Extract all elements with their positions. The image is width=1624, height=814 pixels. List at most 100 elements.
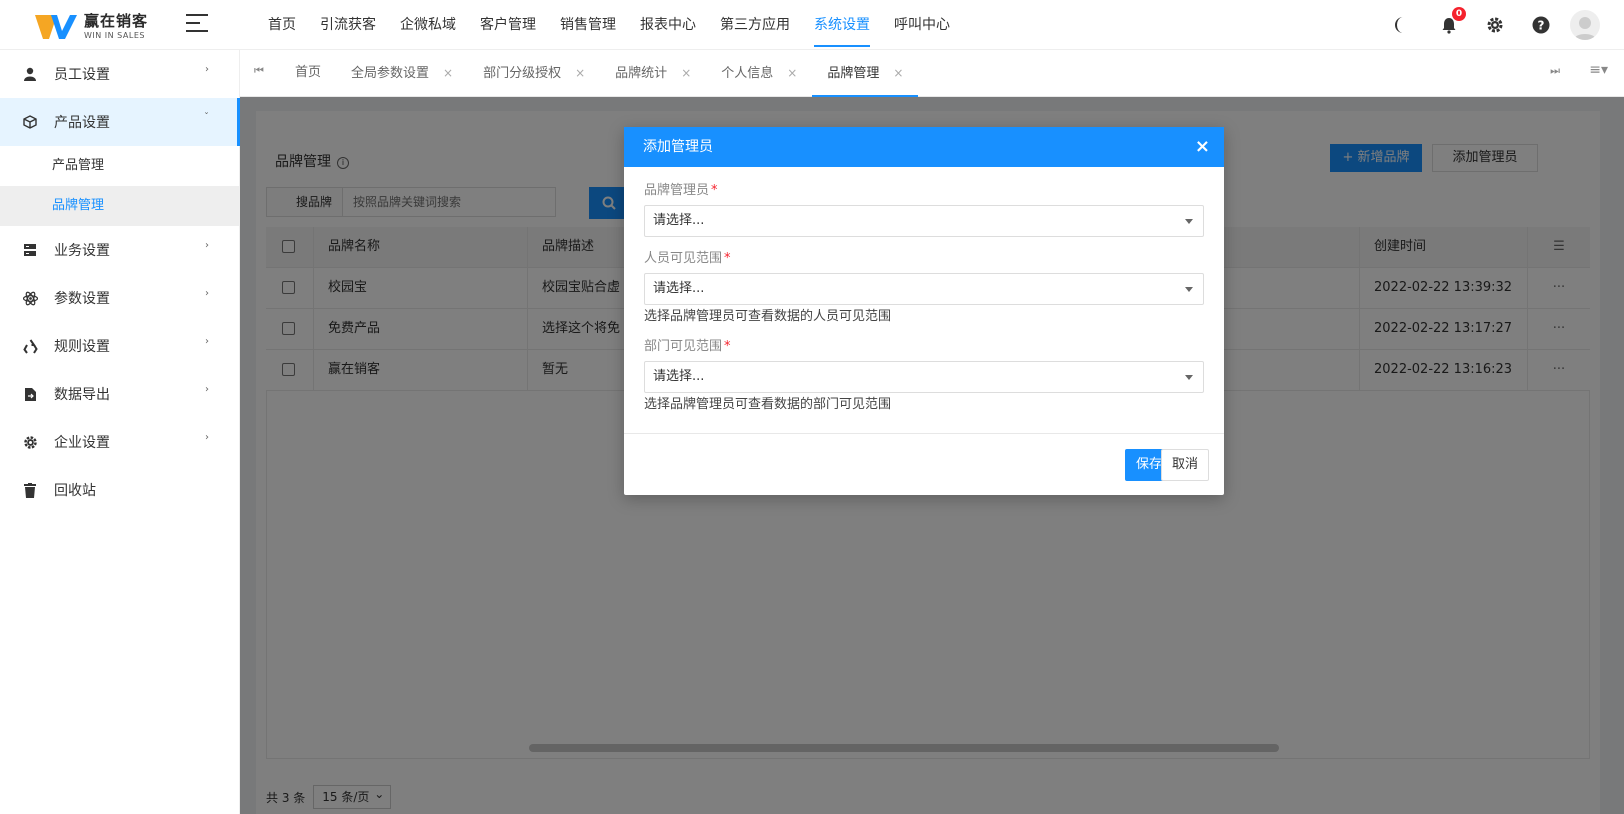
tab-label: 部门分级授权 (483, 66, 562, 81)
chevron-right-icon: › (205, 288, 209, 299)
sidebar-item-label: 员工设置 (54, 67, 110, 83)
close-icon[interactable]: × (443, 66, 453, 80)
field-help-text: 选择品牌管理员可查看数据的人员可见范围 (644, 309, 892, 324)
field-label: 部门可见范围 * (644, 337, 1204, 357)
caret-down-icon (1185, 375, 1193, 380)
required-mark: * (724, 251, 731, 266)
caret-down-icon (1185, 287, 1193, 292)
brand-admin-select[interactable]: 请选择... (644, 205, 1204, 237)
sidebar-item-staff-settings[interactable]: 员工设置 › (0, 50, 239, 98)
nav-customer-mgmt[interactable]: 客户管理 (468, 0, 548, 50)
close-icon[interactable]: × (681, 66, 691, 80)
bell-icon[interactable]: 0 (1438, 7, 1466, 36)
tab-personal-info[interactable]: 个人信息 × (706, 50, 812, 97)
brand-admin-field: 品牌管理员 * 请选择... (644, 181, 1204, 237)
caret-down-icon (1185, 219, 1193, 224)
menu-toggle-icon[interactable] (186, 14, 208, 34)
server-icon (22, 242, 38, 258)
tab-brand-stats[interactable]: 品牌统计 × (600, 50, 706, 97)
sidebar-item-company-settings[interactable]: 企业设置 › (0, 418, 239, 466)
nav-system-settings[interactable]: 系统设置 (802, 0, 882, 50)
modal-header: 添加管理员 × (624, 127, 1224, 167)
cancel-button[interactable]: 取消 (1161, 449, 1209, 481)
tab-global-params[interactable]: 全局参数设置 × (336, 50, 468, 97)
sidebar-subitem-product-mgmt[interactable]: 产品管理 (0, 146, 239, 186)
sidebar-item-label: 参数设置 (54, 291, 110, 307)
required-mark: * (724, 339, 731, 354)
sidebar-item-rule-settings[interactable]: 规则设置 › (0, 322, 239, 370)
atom-icon (22, 290, 38, 306)
nav-call-center[interactable]: 呼叫中心 (882, 0, 962, 50)
notification-badge: 0 (1452, 7, 1466, 21)
sidebar-item-label: 业务设置 (54, 243, 110, 259)
field-label: 品牌管理员 * (644, 181, 1204, 201)
tabs-scroll-left-icon[interactable]: ⏮ (254, 64, 264, 78)
top-nav: 首页 引流获客 企微私域 客户管理 销售管理 报表中心 第三方应用 系统设置 呼… (256, 0, 962, 50)
help-icon[interactable]: ? (1530, 14, 1552, 36)
tab-label: 全局参数设置 (351, 66, 430, 81)
logo-mark-icon (35, 15, 77, 39)
sidebar: 员工设置 › 产品设置 ˇ 产品管理 品牌管理 业务设置 › 参数设置 › 规则… (0, 50, 240, 814)
tab-label: 个人信息 (721, 66, 774, 81)
page-tabs-bar: ⏮ 首页 全局参数设置 × 部门分级授权 × 品牌统计 × 个人信息 × 品牌管理 × ⏭… (240, 50, 1624, 97)
cube-icon (22, 114, 38, 130)
sidebar-item-product-settings[interactable]: 产品设置 ˇ (0, 98, 240, 146)
recycle-icon (22, 338, 38, 354)
sidebar-item-label: 数据导出 (54, 387, 110, 403)
user-avatar[interactable] (1570, 10, 1600, 40)
settings-gear-icon[interactable] (1484, 14, 1506, 36)
top-bar: 赢在销客 WIN IN SALES 首页 引流获客 企微私域 客户管理 销售管理… (0, 0, 1624, 50)
select-placeholder: 请选择... (653, 213, 705, 228)
required-mark: * (711, 183, 718, 198)
nav-sales-mgmt[interactable]: 销售管理 (548, 0, 628, 50)
field-label-text: 品牌管理员 (644, 183, 710, 198)
page-tabs: 首页 全局参数设置 × 部门分级授权 × 品牌统计 × 个人信息 × 品牌管理 × (280, 50, 919, 97)
file-export-icon (22, 386, 38, 402)
tabs-menu-icon[interactable]: ≡▾ (1589, 62, 1608, 78)
brand-logo[interactable]: 赢在销客 WIN IN SALES (34, 12, 154, 42)
sidebar-item-param-settings[interactable]: 参数设置 › (0, 274, 239, 322)
field-label-text: 人员可见范围 (644, 251, 723, 266)
chevron-down-icon: ˇ (204, 112, 209, 123)
logo-subtitle: WIN IN SALES (84, 31, 145, 40)
nav-lead-gen[interactable]: 引流获客 (308, 0, 388, 50)
modal-footer: 保存 取消 (624, 433, 1224, 495)
nav-third-party[interactable]: 第三方应用 (708, 0, 802, 50)
user-icon (22, 66, 38, 82)
nav-reports[interactable]: 报表中心 (628, 0, 708, 50)
tab-brand-mgmt[interactable]: 品牌管理 × (812, 50, 919, 97)
tabs-scroll-right-icon[interactable]: ⏭ (1550, 64, 1560, 78)
sidebar-item-recycle-bin[interactable]: 回收站 (0, 466, 239, 514)
nav-wecom-private[interactable]: 企微私域 (388, 0, 468, 50)
close-icon[interactable]: × (575, 66, 585, 80)
trash-icon (22, 482, 38, 498)
field-label: 人员可见范围 * (644, 249, 1204, 269)
select-placeholder: 请选择... (653, 281, 705, 296)
tab-label: 品牌统计 (615, 66, 668, 81)
sidebar-item-label: 产品设置 (54, 115, 110, 131)
svg-text:?: ? (1538, 19, 1545, 33)
close-icon[interactable]: × (893, 66, 903, 80)
close-icon[interactable]: × (1195, 127, 1210, 167)
dept-scope-field: 部门可见范围 * 请选择... 选择品牌管理员可查看数据的部门可见范围 (644, 337, 1204, 413)
chevron-right-icon: › (205, 64, 209, 75)
tab-dept-auth[interactable]: 部门分级授权 × (468, 50, 600, 97)
tab-home[interactable]: 首页 (280, 50, 336, 97)
sidebar-subitem-brand-mgmt[interactable]: 品牌管理 (0, 186, 239, 226)
field-help-text: 选择品牌管理员可查看数据的部门可见范围 (644, 397, 892, 412)
select-placeholder: 请选择... (653, 369, 705, 384)
sidebar-item-label: 规则设置 (54, 339, 110, 355)
sidebar-item-label: 企业设置 (54, 435, 110, 451)
dark-mode-icon[interactable] (1392, 14, 1414, 36)
add-admin-modal: 添加管理员 × 品牌管理员 * 请选择... 人员可见范围 * 请选择... 选择品… (624, 127, 1224, 495)
staff-scope-select[interactable]: 请选择... (644, 273, 1204, 305)
close-icon[interactable]: × (787, 66, 797, 80)
chevron-right-icon: › (205, 432, 209, 443)
field-label-text: 部门可见范围 (644, 339, 723, 354)
chevron-right-icon: › (205, 240, 209, 251)
tab-label: 首页 (295, 65, 322, 80)
sidebar-item-data-export[interactable]: 数据导出 › (0, 370, 239, 418)
sidebar-item-business-settings[interactable]: 业务设置 › (0, 226, 239, 274)
dept-scope-select[interactable]: 请选择... (644, 361, 1204, 393)
nav-home[interactable]: 首页 (256, 0, 308, 50)
